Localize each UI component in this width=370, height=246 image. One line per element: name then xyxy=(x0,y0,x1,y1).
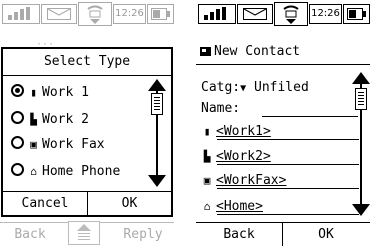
mail-icon xyxy=(237,4,273,24)
option-work-1[interactable]: ▮ Work 1 xyxy=(11,83,89,100)
radio-selected-icon xyxy=(11,84,24,97)
field-label: <Home> xyxy=(216,199,263,214)
home-icon: ⌂ xyxy=(30,165,37,178)
building-icon: ▙ xyxy=(203,150,211,163)
scroll-down-icon[interactable] xyxy=(148,175,166,187)
fax-icon: ▣ xyxy=(30,138,37,151)
phone-icon: ▮ xyxy=(30,86,37,99)
title-text: New Contact xyxy=(214,44,301,59)
mail-icon xyxy=(41,4,77,24)
category-value: Unfiled xyxy=(254,80,309,95)
work1-number-field[interactable]: ▮ <Work1> xyxy=(201,124,359,140)
scroll-down-icon[interactable] xyxy=(352,204,370,216)
ok-button[interactable]: OK xyxy=(283,223,369,246)
contact-card-icon xyxy=(200,47,211,56)
option-label: Home Phone xyxy=(42,164,121,179)
option-work-2[interactable]: ▙ Work 2 xyxy=(11,110,89,127)
home-icon: ⌂ xyxy=(203,200,211,213)
title-divider xyxy=(196,64,370,65)
option-label: Work 1 xyxy=(42,85,89,100)
option-label: Work 2 xyxy=(42,112,89,127)
clock: 12:26 xyxy=(309,4,342,24)
option-home-phone[interactable]: ⌂ Home Phone xyxy=(11,162,120,179)
radio-icon xyxy=(11,111,24,124)
work2-number-field[interactable]: ▙ <Work2> xyxy=(201,149,359,165)
dialog-buttons: Cancel OK xyxy=(3,191,171,216)
new-contact-screen: 12:26 New Contact Catg:▼ Unfiled Name: ▮… xyxy=(196,0,370,246)
phone-icon: ▮ xyxy=(203,125,211,138)
dialog-scrollbar[interactable] xyxy=(148,79,166,187)
phone-status-icon xyxy=(274,2,308,26)
softkey-bar: Back OK xyxy=(196,222,370,246)
select-type-screen: 12:26 ··· Select Type ▮ Work 1 ▙ Work 2 ▣ W… xyxy=(0,0,174,246)
content-scrollbar[interactable] xyxy=(352,72,370,216)
category-label: Catg: xyxy=(201,80,241,95)
category-field[interactable]: Catg:▼ Unfiled xyxy=(201,80,309,95)
option-label: Work Fax xyxy=(42,137,105,152)
scroll-thumb[interactable] xyxy=(151,93,163,115)
building-icon: ▙ xyxy=(30,113,37,126)
option-work-fax[interactable]: ▣ Work Fax xyxy=(11,135,105,152)
signal-strength-icon xyxy=(198,4,236,24)
cancel-button[interactable]: Cancel xyxy=(3,192,88,216)
ok-button[interactable]: OK xyxy=(88,192,171,216)
field-label: <Work1> xyxy=(216,124,271,139)
fax-icon: ▣ xyxy=(203,174,211,187)
name-label: Name: xyxy=(201,101,241,116)
select-type-dialog: Select Type ▮ Work 1 ▙ Work 2 ▣ Work Fax ⌂ H… xyxy=(1,47,173,217)
dialog-title: Select Type xyxy=(3,49,171,76)
signal-strength-icon xyxy=(2,4,40,24)
back-button[interactable]: Back xyxy=(196,223,283,246)
page-title: New Contact xyxy=(196,41,370,63)
field-label: <Work2> xyxy=(216,149,271,164)
faded-softkey-bar: Back Reply xyxy=(0,221,174,246)
reply-button-disabled: Reply xyxy=(123,227,163,242)
menu-icon xyxy=(68,221,100,245)
battery-icon xyxy=(343,4,370,24)
status-bar: 12:26 xyxy=(0,0,174,28)
clock: 12:26 xyxy=(113,4,146,24)
workfax-number-field[interactable]: ▣ <WorkFax> xyxy=(201,173,359,189)
phone-status-icon xyxy=(78,2,112,26)
scroll-thumb[interactable] xyxy=(355,88,367,110)
radio-icon xyxy=(11,163,24,176)
battery-icon xyxy=(147,4,174,24)
status-bar: 12:26 xyxy=(196,0,370,28)
radio-icon xyxy=(11,136,24,149)
home-number-field[interactable]: ⌂ <Home> xyxy=(201,199,359,215)
field-label: <WorkFax> xyxy=(216,173,287,188)
name-input[interactable] xyxy=(262,116,358,117)
back-button-disabled: Back xyxy=(14,227,46,242)
